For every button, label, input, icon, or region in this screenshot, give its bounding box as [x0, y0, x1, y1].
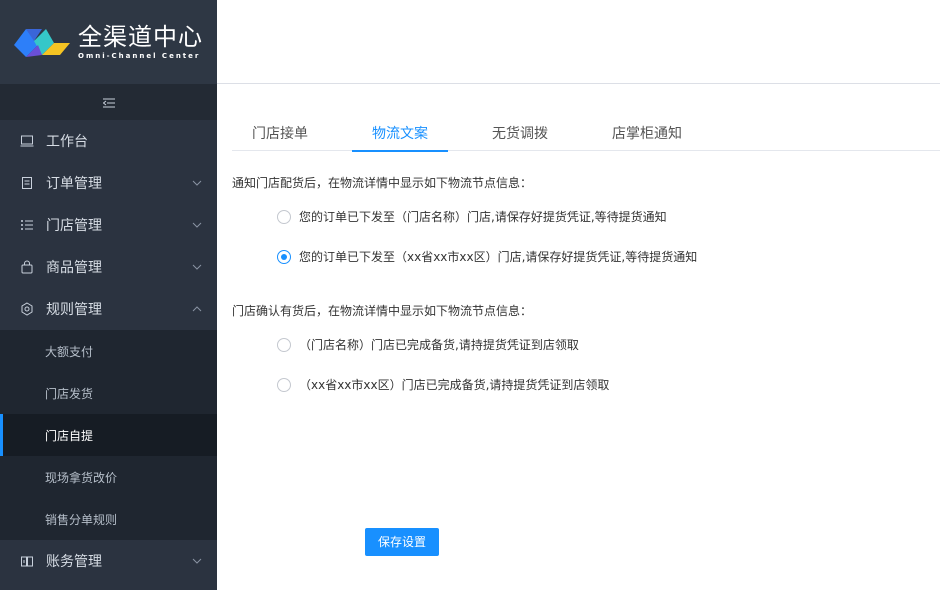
sidebar-subitem-label: 销售分单规则	[45, 512, 118, 527]
section1-label: 通知门店配货后，在物流详情中显示如下物流节点信息：	[232, 176, 533, 190]
radio-button[interactable]	[277, 337, 291, 352]
sidebar-subitem-order-split-rules[interactable]: 销售分单规则	[0, 498, 217, 540]
tab-out-of-stock-transfer[interactable]: 无货调拨	[491, 122, 549, 151]
tab-store-accept[interactable]: 门店接单	[252, 122, 308, 151]
save-settings-button[interactable]: 保存设置	[365, 528, 439, 556]
sidebar-subitem-onsite-price-change[interactable]: 现场拿货改价	[0, 456, 217, 498]
chevron-down-icon	[191, 177, 203, 189]
sidebar-subitem-label: 大额支付	[45, 344, 94, 359]
section2-label: 门店确认有货后，在物流详情中显示如下物流节点信息：	[232, 304, 533, 318]
sidebar-item-products[interactable]: 商品管理	[0, 246, 217, 288]
option-text: 您的订单已下发至（门店名称）门店,请保存好提货凭证,等待提货通知	[299, 210, 667, 224]
sidebar-subitem-store-pickup[interactable]: 门店自提	[0, 414, 217, 456]
tab-store-keeper-notice[interactable]: 店掌柜通知	[611, 122, 683, 151]
brand-title: 全渠道中心	[78, 23, 203, 51]
brand-logo[interactable]: 全渠道中心 Omni-Channel Center	[0, 0, 217, 84]
radio-button[interactable]	[277, 377, 291, 392]
sidebar-item-label: 规则管理	[46, 302, 102, 318]
option-text: （门店名称）门店已完成备货,请持提货凭证到店领取	[299, 338, 579, 352]
list-icon	[20, 218, 34, 232]
sidebar-nav: 工作台 订单管理 门店管理 商品管理 规则管理	[0, 120, 217, 330]
sidebar-item-label: 订单管理	[46, 176, 102, 192]
sidebar-item-workbench[interactable]: 工作台	[0, 120, 217, 162]
radio-button-checked[interactable]	[277, 249, 291, 264]
sidebar-item-accounts[interactable]: 账务管理	[0, 540, 217, 582]
sidebar-subitem-large-payment[interactable]: 大额支付	[0, 330, 217, 372]
monitor-icon	[20, 134, 34, 148]
rules-submenu: 大额支付 门店发货 门店自提 现场拿货改价 销售分单规则	[0, 330, 217, 540]
chevron-down-icon	[191, 219, 203, 231]
bag-icon	[20, 260, 34, 274]
tab-bar: 门店接单 物流文案 无货调拨 店掌柜通知	[232, 122, 940, 152]
sidebar-item-orders[interactable]: 订单管理	[0, 162, 217, 204]
brand-text: 全渠道中心 Omni-Channel Center	[78, 24, 203, 60]
top-header	[217, 0, 940, 84]
book-icon	[20, 554, 34, 568]
tab-logistics-text[interactable]: 物流文案	[352, 122, 448, 152]
option-text: 您的订单已下发至（xx省xx市xx区）门店,请保存好提货凭证,等待提货通知	[299, 250, 698, 264]
menu-fold-icon	[102, 93, 115, 112]
sidebar-nav-bottom: 账务管理	[0, 540, 217, 582]
brand-logo-icon	[12, 25, 72, 59]
sidebar-subitem-label: 门店发货	[45, 386, 94, 401]
section1-option-store-name[interactable]: 您的订单已下发至（门店名称）门店,请保存好提货凭证,等待提货通知	[277, 208, 667, 225]
chevron-up-icon	[191, 303, 203, 315]
sidebar-subitem-label: 现场拿货改价	[45, 470, 118, 485]
chevron-down-icon	[191, 555, 203, 567]
sidebar-item-stores[interactable]: 门店管理	[0, 204, 217, 246]
sidebar-item-label: 门店管理	[46, 218, 102, 234]
settings-icon	[20, 302, 34, 316]
sidebar-item-label: 工作台	[46, 134, 88, 150]
chevron-down-icon	[191, 261, 203, 273]
app-root: 全渠道中心 Omni-Channel Center 工作台 订单管理 门店管理 …	[0, 0, 940, 590]
sidebar-item-label: 账务管理	[46, 554, 102, 570]
sidebar-collapse-toggle[interactable]	[0, 84, 217, 120]
section2-option-store-name[interactable]: （门店名称）门店已完成备货,请持提货凭证到店领取	[277, 336, 579, 353]
section2-option-region[interactable]: （xx省xx市xx区）门店已完成备货,请持提货凭证到店领取	[277, 376, 609, 393]
sidebar-subitem-label: 门店自提	[45, 428, 94, 443]
main-content: 门店接单 物流文案 无货调拨 店掌柜通知 通知门店配货后，在物流详情中显示如下物…	[217, 84, 940, 590]
document-icon	[20, 176, 34, 190]
sidebar-subitem-store-shipping[interactable]: 门店发货	[0, 372, 217, 414]
brand-subtitle: Omni-Channel Center	[78, 52, 201, 60]
sidebar-item-rules[interactable]: 规则管理	[0, 288, 217, 330]
sidebar: 全渠道中心 Omni-Channel Center 工作台 订单管理 门店管理 …	[0, 0, 217, 590]
sidebar-item-label: 商品管理	[46, 260, 102, 276]
section1-option-region[interactable]: 您的订单已下发至（xx省xx市xx区）门店,请保存好提货凭证,等待提货通知	[277, 248, 697, 265]
radio-button[interactable]	[277, 209, 291, 224]
option-text: （xx省xx市xx区）门店已完成备货,请持提货凭证到店领取	[299, 378, 610, 392]
